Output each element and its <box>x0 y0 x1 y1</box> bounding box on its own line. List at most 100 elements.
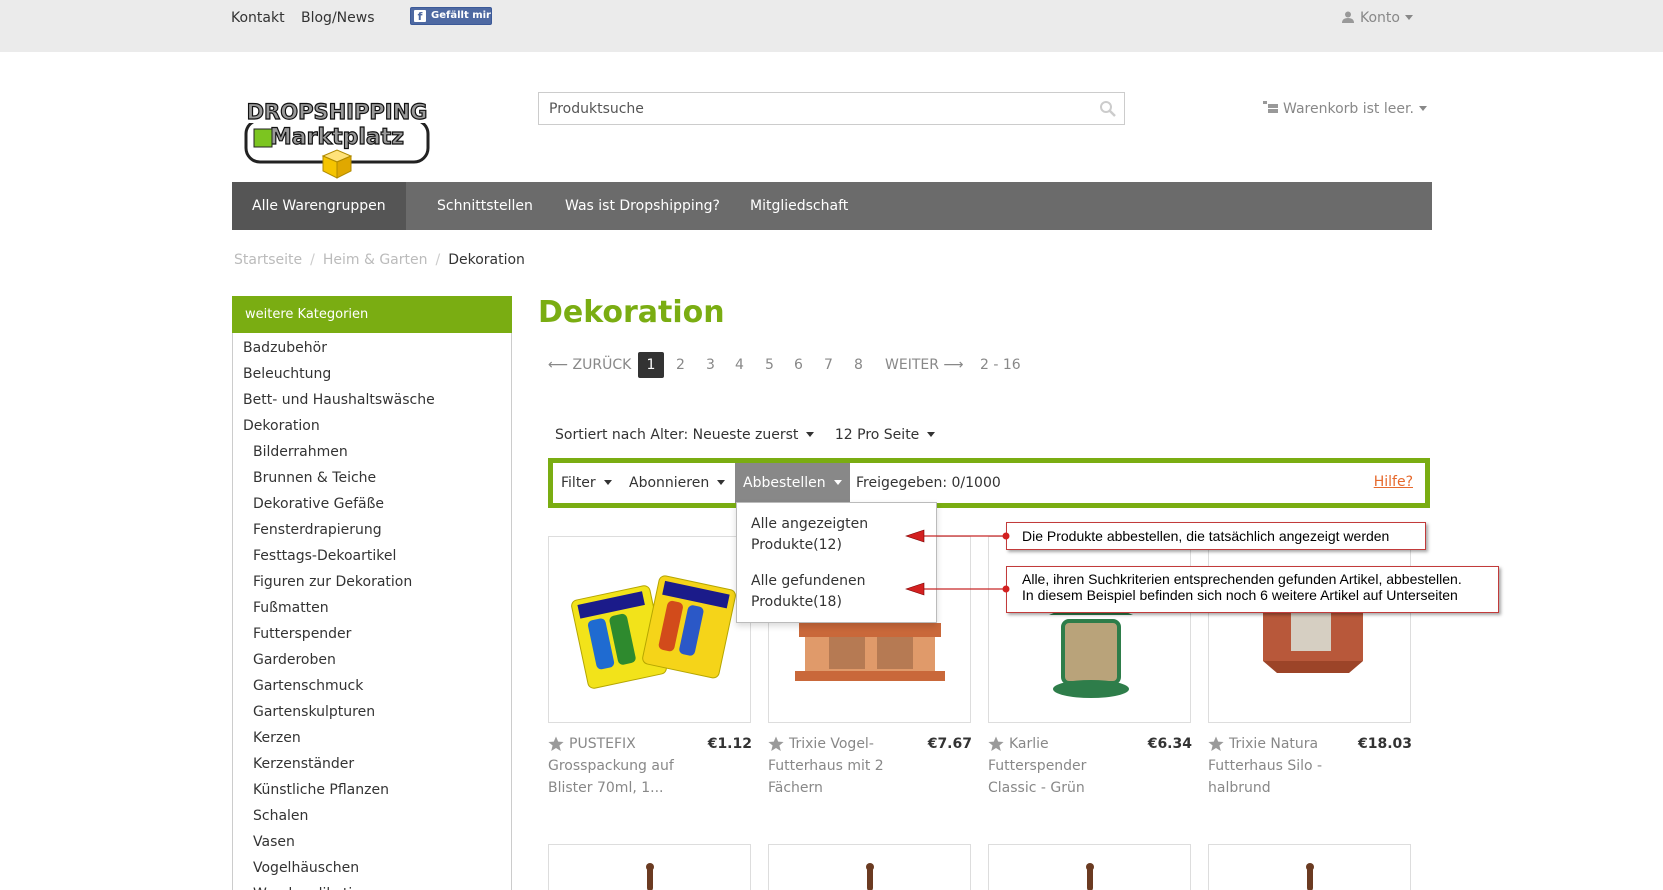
pagination-page[interactable]: 6 <box>794 352 803 378</box>
blog-news-link[interactable]: Blog/News <box>301 10 375 26</box>
subcategory-item[interactable]: Bilderrahmen <box>233 439 511 465</box>
per-page-select[interactable]: 12 Pro Seite <box>835 427 936 443</box>
product-image[interactable] <box>988 536 1191 723</box>
product-title[interactable]: PUSTEFIX Grosspackung auf Blister 70ml, … <box>548 733 698 799</box>
pagination-page[interactable]: 3 <box>706 352 715 378</box>
facebook-like-button[interactable]: f Gefällt mir <box>410 7 492 25</box>
unsubscribe-displayed-products[interactable]: Alle angezeigten Produkte(12) <box>751 514 931 556</box>
product-image[interactable] <box>988 844 1191 890</box>
product-title[interactable]: Karlie Futterspender Classic - Grün <box>988 733 1138 799</box>
product-title[interactable]: Trixie Natura Futterhaus Silo - halbrund <box>1208 733 1358 799</box>
subscribe-label: Abonnieren <box>629 475 710 491</box>
product-image[interactable] <box>1208 844 1411 890</box>
sort-select[interactable]: Sortiert nach Alter: Neueste zuerst <box>555 427 815 443</box>
pagination-page[interactable]: 5 <box>765 352 774 378</box>
subcategory-item[interactable]: Kerzen <box>233 725 511 751</box>
subcategory-item[interactable]: Garderoben <box>233 647 511 673</box>
subcategory-item[interactable]: Künstliche Pflanzen <box>233 777 511 803</box>
cart-icon <box>1263 101 1278 113</box>
callout-line: In diesem Beispiel befinden sich noch 6 … <box>1022 587 1458 603</box>
subscribe-dropdown[interactable]: Abonnieren <box>629 463 726 503</box>
product-price: €6.34 <box>1147 736 1192 752</box>
account-menu[interactable]: Konto <box>1342 10 1413 26</box>
nav-what-is-dropshipping[interactable]: Was ist Dropshipping? <box>545 182 740 230</box>
breadcrumb-home[interactable]: Startseite <box>234 252 302 268</box>
unsubscribe-dropdown[interactable]: Abbestellen <box>735 463 850 503</box>
pagination-page[interactable]: 8 <box>854 352 863 378</box>
subcategory-item[interactable]: Vogelhäuschen <box>233 855 511 881</box>
product-price: €1.12 <box>707 736 752 752</box>
subcategory-item[interactable]: Futterspender <box>233 621 511 647</box>
filter-dropdown[interactable]: Filter <box>561 463 612 503</box>
search-icon[interactable] <box>1099 100 1116 117</box>
chevron-down-icon <box>833 480 842 485</box>
chevron-down-icon <box>1404 15 1413 20</box>
product-photo <box>866 863 874 890</box>
subcategory-item[interactable]: Brunnen & Teiche <box>233 465 511 491</box>
star-icon[interactable] <box>988 736 1004 752</box>
product-card[interactable] <box>988 844 1191 890</box>
subcategory-item[interactable]: Kerzenständer <box>233 751 511 777</box>
subcategory-item[interactable]: Dekorative Gefäße <box>233 491 511 517</box>
category-item[interactable]: Beleuchtung <box>233 361 511 387</box>
product-image[interactable] <box>548 844 751 890</box>
breadcrumb-separator: / <box>310 252 315 268</box>
subcategory-item[interactable]: Vasen <box>233 829 511 855</box>
subcategory-item[interactable]: Gartenskulpturen <box>233 699 511 725</box>
breadcrumb-home-garden[interactable]: Heim & Garten <box>323 252 428 268</box>
category-item[interactable]: Badzubehör <box>233 335 511 361</box>
chevron-down-icon <box>717 480 726 485</box>
subcategory-item[interactable]: Wandapplikationen <box>233 881 511 890</box>
star-icon[interactable] <box>548 736 564 752</box>
product-card[interactable] <box>548 844 751 890</box>
main-navigation: Alle Warengruppen Schnittstellen Was ist… <box>232 182 1432 230</box>
unsubscribe-menu: Alle angezeigten Produkte(12) Alle gefun… <box>736 502 937 623</box>
product-card[interactable] <box>1208 844 1411 890</box>
contact-link[interactable]: Kontakt <box>231 10 285 26</box>
sort-bar: Sortiert nach Alter: Neueste zuerst 12 P… <box>555 427 936 443</box>
sort-label: Sortiert nach Alter: Neueste zuerst <box>555 427 799 443</box>
product-image[interactable] <box>548 536 751 723</box>
site-logo[interactable]: DROPSHIPPING Marktplatz <box>240 98 434 180</box>
nav-interfaces[interactable]: Schnittstellen <box>417 182 553 230</box>
subcategory-item[interactable]: Fußmatten <box>233 595 511 621</box>
star-icon[interactable] <box>1208 736 1224 752</box>
product-price: €7.67 <box>927 736 972 752</box>
unsubscribe-found-products[interactable]: Alle gefundenen Produkte(18) <box>751 571 931 613</box>
top-bar: Kontakt Blog/News f Gefällt mir Konto <box>0 0 1663 52</box>
chevron-down-icon <box>1418 106 1427 111</box>
pagination-page-current[interactable]: 1 <box>638 352 664 378</box>
page-title: Dekoration <box>538 295 725 330</box>
pagination-page[interactable]: 2 <box>676 352 685 378</box>
pagination-page[interactable]: 4 <box>735 352 744 378</box>
product-image[interactable] <box>1208 536 1411 723</box>
breadcrumb-current: Dekoration <box>448 252 525 268</box>
subcategory-item[interactable]: Gartenschmuck <box>233 673 511 699</box>
search-input[interactable] <box>539 93 1079 124</box>
category-item[interactable]: Bett- und Haushaltswäsche <box>233 387 511 413</box>
product-title[interactable]: Trixie Vogel-Futterhaus mit 2 Fächern <box>768 733 918 799</box>
product-photo <box>571 575 736 689</box>
product-info: PUSTEFIX Grosspackung auf Blister 70ml, … <box>548 733 752 803</box>
subcategory-item[interactable]: Fensterdrapierung <box>233 517 511 543</box>
nav-all-categories[interactable]: Alle Warengruppen <box>232 182 406 230</box>
chevron-down-icon <box>806 432 815 437</box>
pagination-next[interactable]: WEITER ⟶ <box>885 352 963 378</box>
logo-text-bottom: Marktplatz <box>270 125 404 150</box>
product-card[interactable] <box>768 844 971 890</box>
product-image[interactable] <box>768 844 971 890</box>
product-photo <box>646 863 654 890</box>
cart-menu[interactable]: Warenkorb ist leer. <box>1263 101 1427 117</box>
star-icon[interactable] <box>768 736 784 752</box>
subcategory-item[interactable]: Schalen <box>233 803 511 829</box>
product-price: €18.03 <box>1357 736 1412 752</box>
pagination-page[interactable]: 7 <box>824 352 833 378</box>
pagination-prev[interactable]: ⟵ ZURÜCK <box>548 352 631 378</box>
product-card[interactable]: PUSTEFIX Grosspackung auf Blister 70ml, … <box>548 536 752 803</box>
subcategory-item[interactable]: Festtags-Dekoartikel <box>233 543 511 569</box>
nav-membership[interactable]: Mitgliedschaft <box>730 182 868 230</box>
category-item-active[interactable]: Dekoration <box>233 413 511 439</box>
subcategory-item[interactable]: Figuren zur Dekoration <box>233 569 511 595</box>
product-info: Karlie Futterspender Classic - Grün €6.3… <box>988 733 1192 803</box>
help-link[interactable]: Hilfe? <box>1374 463 1413 501</box>
